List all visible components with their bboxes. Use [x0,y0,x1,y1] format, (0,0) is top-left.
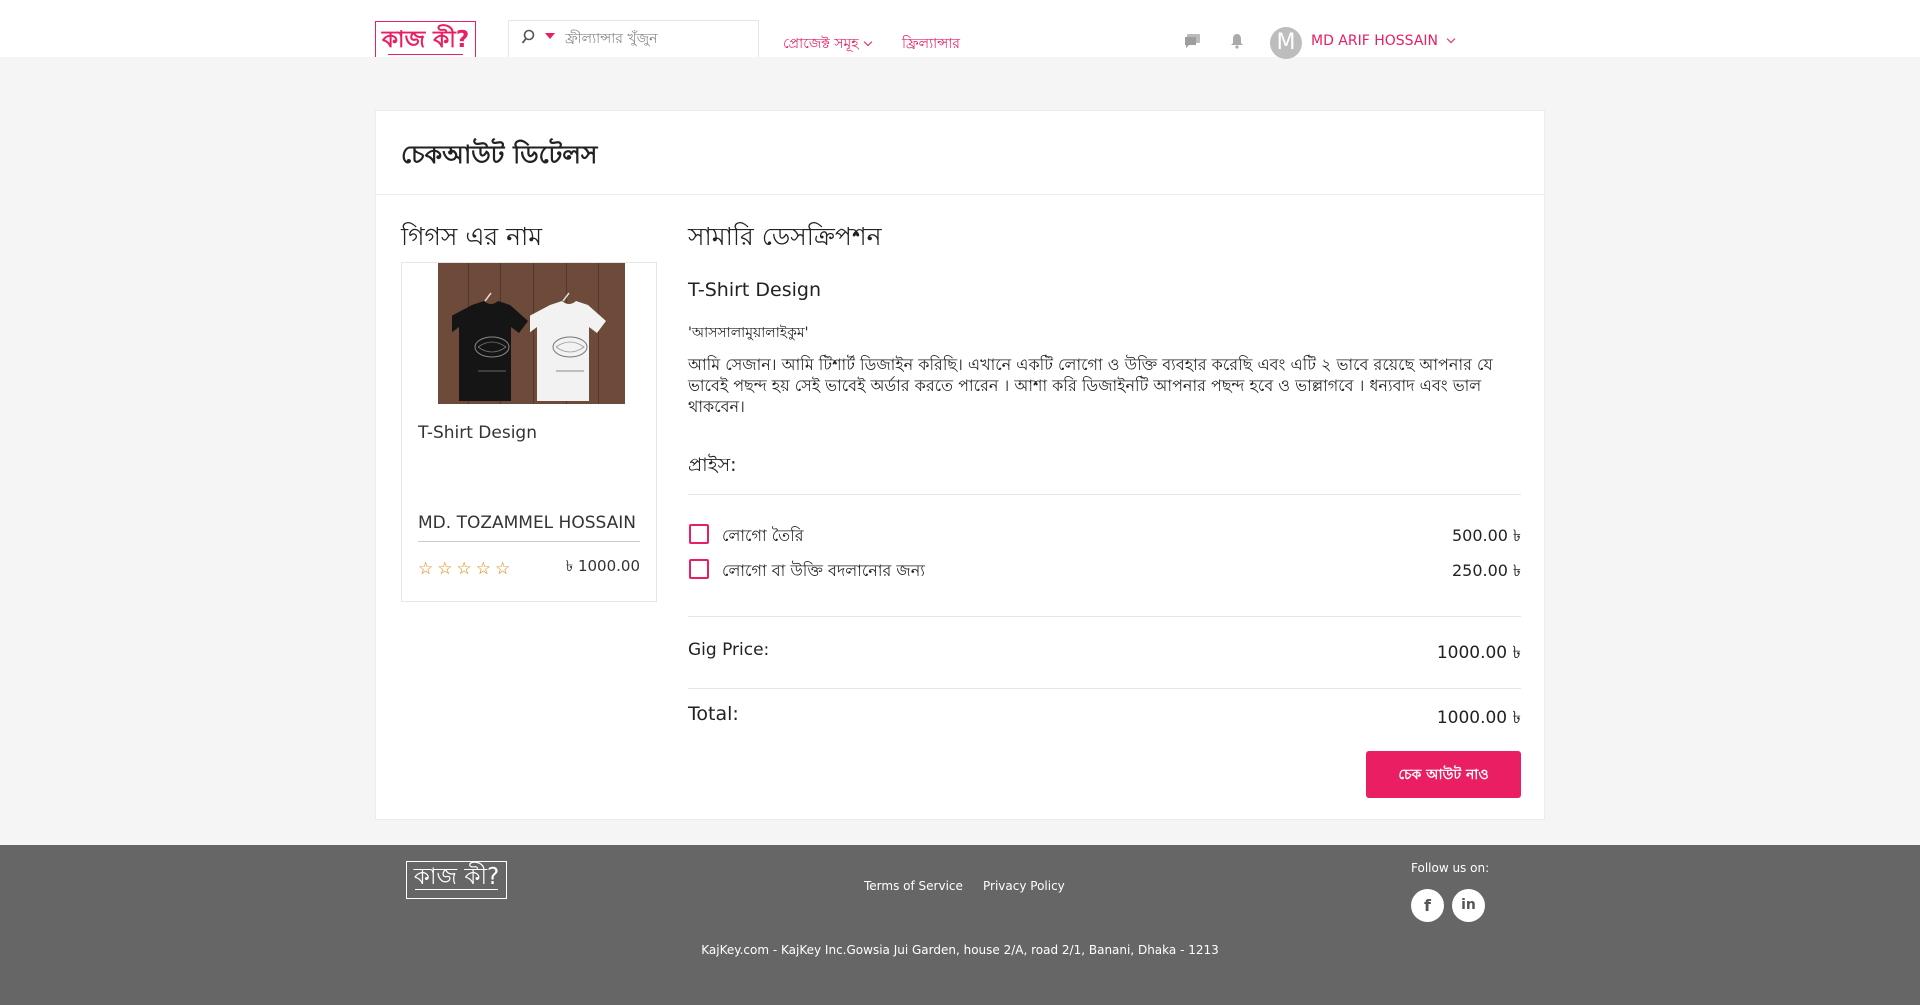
facebook-icon[interactable]: f [1411,889,1444,922]
terms-link[interactable]: Terms of Service [864,879,963,893]
rating-stars: ☆☆☆☆☆ [418,559,515,579]
top-header: কাজ কী? প্রোজেক্ট সমূহ ফ্রিল্যান্সার M M… [0,0,1920,59]
gig-price: ৳ 1000.00 [565,557,640,575]
black-tshirt-image [452,292,528,401]
logo-underline [376,51,475,57]
price-label: প্রাইস: [688,454,737,476]
divider [688,616,1521,617]
total-value: 1000.00 ৳ [1436,708,1521,728]
follow-label: Follow us on: [1411,861,1490,875]
divider [688,688,1521,689]
option-amount: 500.00 ৳ [1451,526,1521,545]
footer-logo-text: কাজ কী? [413,864,500,890]
option-checkbox[interactable] [689,524,709,544]
gig-image [438,263,625,404]
checkout-card: চেকআউট ডিটেলস গিগস এর নাম T-Shirt Design… [375,110,1545,820]
option-label[interactable]: লোগো তৈরি [722,523,804,550]
username-label: MD ARIF HOSSAIN [1311,33,1439,49]
site-logo[interactable]: কাজ কী? [375,21,476,57]
option-amount: 250.00 ৳ [1451,561,1521,580]
search-input[interactable] [565,28,750,50]
logo-underline [415,889,498,895]
chevron-down-icon [863,37,872,47]
option-label[interactable]: লোগো বা উক্তি বদলানোর জন্য [722,558,925,585]
page-title: চেকআউট ডিটেলস [401,140,598,169]
user-menu[interactable]: MD ARIF HOSSAIN [1311,33,1456,49]
divider [376,194,1544,195]
logo-text: কাজ কী? [381,27,470,53]
chevron-down-icon [1446,34,1456,44]
footer-logo[interactable]: কাজ কী? [406,861,507,899]
divider [688,494,1521,495]
summary-greeting: 'আসসালামুয়ালাইকুম' [688,325,809,341]
gig-price-label: Gig Price: [688,640,770,660]
gig-price-value: 1000.00 ৳ [1436,643,1521,663]
summary-title: সামারি ডেসক্রিপশন [688,222,882,251]
footer: কাজ কী? Terms of Service Privacy Policy … [0,845,1920,1005]
summary-description: আমি সেজান। আমি টি‌শার্ট ডিজাইন করিছি। এখ… [688,355,1493,416]
gig-seller-name[interactable]: MD. TOZAMMEL HOSSAIN [418,513,636,533]
footer-address: KajKey.com - KajKey Inc.Gowsia Jui Garde… [701,943,1219,957]
bell-icon[interactable] [1229,33,1247,49]
message-icon[interactable] [1184,33,1202,49]
search-type-dropdown[interactable] [545,33,555,39]
nav-freelancers[interactable]: ফ্রিল্যান্সার [902,32,960,56]
price-option: লোগো বা উক্তি বদলানোর জন্য 250.00 ৳ [688,558,1521,580]
gig-section-title: গিগস এর নাম [401,222,543,251]
gig-card[interactable]: T-Shirt Design MD. TOZAMMEL HOSSAIN ☆☆☆☆… [401,262,657,602]
nav-freelancers-label: ফ্রিল্যান্সার [902,36,960,52]
privacy-link[interactable]: Privacy Policy [983,879,1065,893]
white-tshirt-image [530,292,606,401]
avatar[interactable]: M [1270,27,1302,59]
linkedin-icon[interactable]: in [1452,889,1485,922]
avatar-letter: M [1276,30,1296,55]
gig-title[interactable]: T-Shirt Design [418,423,537,443]
price-option: লোগো তৈরি 500.00 ৳ [688,523,1521,545]
option-checkbox[interactable] [689,559,709,579]
checkout-button[interactable]: চেক আউট নাও [1366,751,1521,798]
summary-gig-name: T-Shirt Design [688,279,821,301]
search-box [508,20,759,57]
divider [418,541,640,542]
total-label: Total: [688,703,739,725]
nav-projects[interactable]: প্রোজেক্ট সমূহ [783,32,872,56]
search-icon[interactable] [521,29,535,49]
nav-projects-label: প্রোজেক্ট সমূহ [783,36,859,52]
